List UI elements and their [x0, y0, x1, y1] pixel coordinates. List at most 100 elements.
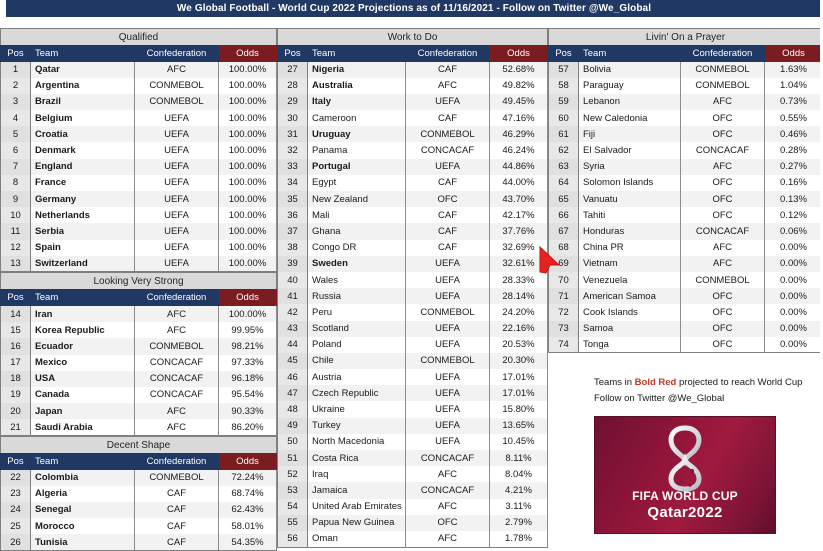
- table-row[interactable]: 58 Paraguay CONMEBOL 1.04%: [548, 77, 823, 94]
- cell-team[interactable]: Switzerland: [30, 255, 135, 273]
- cell-team[interactable]: Cook Islands: [578, 304, 681, 321]
- cell-team[interactable]: Canada: [30, 386, 135, 404]
- cell-team[interactable]: Argentina: [30, 77, 135, 94]
- cell-odds[interactable]: 0.00%: [764, 239, 823, 256]
- cell-conf[interactable]: UEFA: [134, 110, 219, 127]
- column-header-team[interactable]: Team: [30, 452, 135, 470]
- column-header-team[interactable]: Team: [30, 289, 135, 307]
- cell-pos[interactable]: 73: [548, 320, 579, 337]
- cell-pos[interactable]: 4: [0, 110, 31, 127]
- table-row[interactable]: 11 Serbia UEFA 100.00%: [0, 223, 277, 240]
- cell-pos[interactable]: 15: [0, 322, 31, 339]
- cell-team[interactable]: Venezuela: [578, 271, 681, 289]
- cell-odds[interactable]: 0.00%: [764, 271, 823, 289]
- cell-conf[interactable]: CAF: [134, 518, 219, 535]
- cell-odds[interactable]: 22.16%: [489, 320, 548, 337]
- cell-conf[interactable]: CONCACAF: [134, 370, 219, 387]
- cell-conf[interactable]: AFC: [405, 498, 490, 515]
- cell-odds[interactable]: 100.00%: [218, 255, 277, 273]
- cell-pos[interactable]: 12: [0, 239, 31, 256]
- cell-odds[interactable]: 13.65%: [489, 417, 548, 434]
- table-row[interactable]: 51 Costa Rica CONCACAF 8.11%: [277, 450, 548, 467]
- cell-odds[interactable]: 32.61%: [489, 255, 548, 272]
- table-row[interactable]: 34 Egypt CAF 44.00%: [277, 174, 548, 191]
- cell-team[interactable]: Algeria: [30, 485, 135, 502]
- cell-team[interactable]: Colombia: [30, 469, 135, 486]
- cell-pos[interactable]: 61: [548, 126, 579, 143]
- cell-team[interactable]: Ghana: [307, 223, 406, 240]
- cell-conf[interactable]: CONMEBOL: [680, 77, 765, 94]
- cell-conf[interactable]: CONCACAF: [680, 142, 765, 159]
- cell-pos[interactable]: 54: [277, 498, 308, 515]
- cell-odds[interactable]: 0.00%: [764, 336, 823, 354]
- cell-conf[interactable]: CONMEBOL: [680, 271, 765, 289]
- cell-pos[interactable]: 23: [0, 485, 31, 502]
- table-row[interactable]: 24 Senegal CAF 62.43%: [0, 501, 277, 518]
- cell-conf[interactable]: OFC: [680, 191, 765, 208]
- cell-pos[interactable]: 64: [548, 174, 579, 191]
- cell-conf[interactable]: UEFA: [405, 288, 490, 305]
- table-row[interactable]: 61 Fiji OFC 0.46%: [548, 126, 823, 143]
- cell-odds[interactable]: 90.33%: [218, 403, 277, 420]
- cell-team[interactable]: Croatia: [30, 126, 135, 143]
- table-row[interactable]: 63 Syria AFC 0.27%: [548, 158, 823, 175]
- column-header-odds[interactable]: Odds: [218, 452, 277, 470]
- cell-odds[interactable]: 0.00%: [764, 320, 823, 337]
- cell-team[interactable]: Wales: [307, 271, 406, 289]
- cell-team[interactable]: Fiji: [578, 126, 681, 143]
- cell-conf[interactable]: UEFA: [405, 336, 490, 353]
- cell-odds[interactable]: 17.01%: [489, 369, 548, 386]
- cell-pos[interactable]: 74: [548, 336, 579, 354]
- table-row[interactable]: 25 Morocco CAF 58.01%: [0, 518, 277, 535]
- cell-pos[interactable]: 45: [277, 352, 308, 370]
- cell-pos[interactable]: 25: [0, 518, 31, 535]
- cell-odds[interactable]: 99.95%: [218, 322, 277, 339]
- cell-pos[interactable]: 37: [277, 223, 308, 240]
- cell-conf[interactable]: UEFA: [134, 191, 219, 208]
- cell-odds[interactable]: 97.33%: [218, 354, 277, 371]
- cell-pos[interactable]: 3: [0, 93, 31, 111]
- cell-team[interactable]: Belgium: [30, 110, 135, 127]
- cell-team[interactable]: Germany: [30, 191, 135, 208]
- cell-conf[interactable]: CAF: [405, 223, 490, 240]
- cell-odds[interactable]: 24.20%: [489, 304, 548, 321]
- cell-odds[interactable]: 62.43%: [218, 501, 277, 518]
- cell-conf[interactable]: CONCACAF: [134, 354, 219, 371]
- cell-team[interactable]: England: [30, 158, 135, 175]
- cell-pos[interactable]: 13: [0, 255, 31, 273]
- cell-team[interactable]: Chile: [307, 352, 406, 370]
- cell-odds[interactable]: 100.00%: [218, 93, 277, 111]
- cell-odds[interactable]: 58.01%: [218, 518, 277, 535]
- table-row[interactable]: 23 Algeria CAF 68.74%: [0, 485, 277, 502]
- cell-team[interactable]: Bolivia: [578, 61, 681, 78]
- cell-pos[interactable]: 70: [548, 271, 579, 289]
- cell-conf[interactable]: OFC: [680, 126, 765, 143]
- cell-team[interactable]: Russia: [307, 288, 406, 305]
- cell-conf[interactable]: UEFA: [405, 369, 490, 386]
- table-row[interactable]: 36 Mali CAF 42.17%: [277, 207, 548, 224]
- cell-team[interactable]: Samoa: [578, 320, 681, 337]
- cell-odds[interactable]: 49.45%: [489, 93, 548, 111]
- cell-team[interactable]: American Samoa: [578, 288, 681, 305]
- cell-pos[interactable]: 56: [277, 530, 308, 548]
- cell-team[interactable]: Portugal: [307, 158, 406, 175]
- cell-team[interactable]: Denmark: [30, 142, 135, 159]
- cell-pos[interactable]: 21: [0, 419, 31, 436]
- cell-odds[interactable]: 0.00%: [764, 304, 823, 321]
- table-row[interactable]: 26 Tunisia CAF 54.35%: [0, 534, 277, 551]
- cell-pos[interactable]: 22: [0, 469, 31, 486]
- table-row[interactable]: 65 Vanuatu OFC 0.13%: [548, 191, 823, 208]
- cell-team[interactable]: Serbia: [30, 223, 135, 240]
- cell-odds[interactable]: 100.00%: [218, 77, 277, 94]
- cell-odds[interactable]: 42.17%: [489, 207, 548, 224]
- cell-pos[interactable]: 16: [0, 338, 31, 355]
- table-row[interactable]: 59 Lebanon AFC 0.73%: [548, 93, 823, 111]
- cell-team[interactable]: Brazil: [30, 93, 135, 111]
- cell-team[interactable]: Iraq: [307, 466, 406, 483]
- table-row[interactable]: 40 Wales UEFA 28.33%: [277, 271, 548, 289]
- cell-pos[interactable]: 53: [277, 482, 308, 499]
- cell-conf[interactable]: OFC: [405, 514, 490, 531]
- cell-odds[interactable]: 1.78%: [489, 530, 548, 548]
- table-row[interactable]: 9 Germany UEFA 100.00%: [0, 191, 277, 208]
- table-row[interactable]: 43 Scotland UEFA 22.16%: [277, 320, 548, 337]
